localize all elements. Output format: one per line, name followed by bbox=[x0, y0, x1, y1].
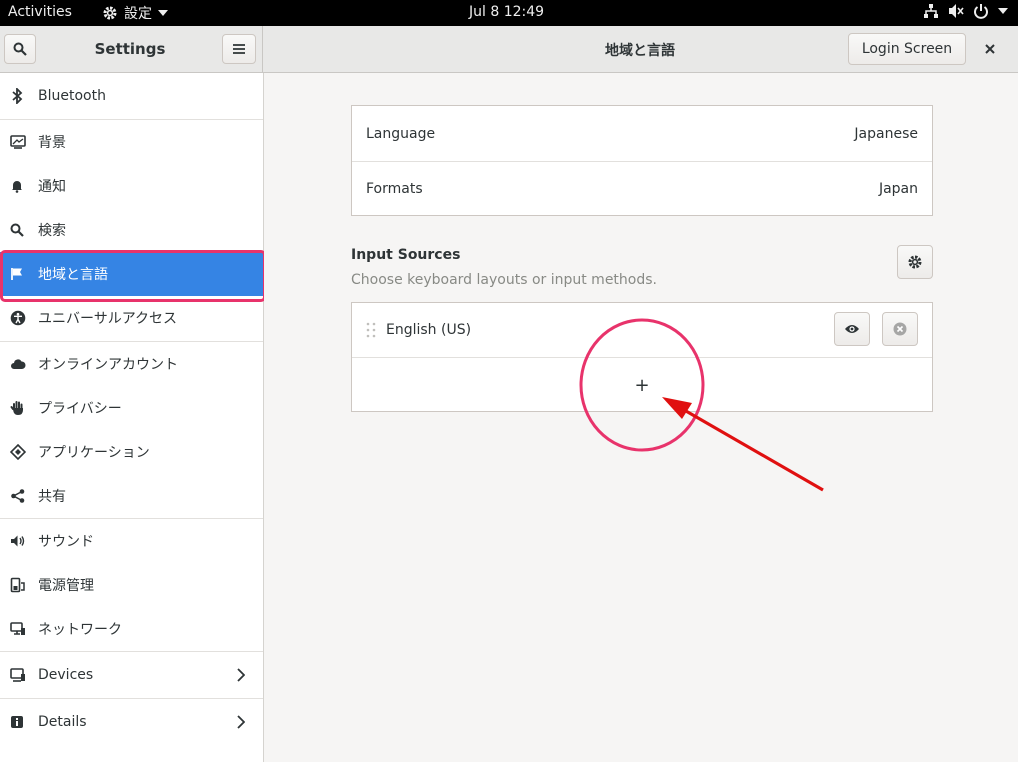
info-icon bbox=[0, 715, 38, 729]
background-icon bbox=[0, 135, 38, 149]
sidebar-item-label: ユニバーサルアクセス bbox=[38, 311, 178, 327]
formats-row[interactable]: Formats Japan bbox=[352, 162, 932, 216]
hand-icon bbox=[0, 400, 38, 416]
power-icon bbox=[974, 4, 988, 19]
network-icon bbox=[0, 621, 38, 637]
sidebar-item-label: オンラインアカウント bbox=[38, 357, 178, 373]
formats-label: Formats bbox=[366, 181, 423, 197]
input-sources-options-button[interactable] bbox=[897, 245, 933, 279]
input-sources-subtitle: Choose keyboard layouts or input methods… bbox=[351, 272, 657, 288]
sidebar-header: Settings bbox=[0, 26, 263, 72]
sidebar-item-label: サウンド bbox=[38, 534, 94, 550]
bluetooth-icon bbox=[0, 88, 38, 104]
network-wired-icon bbox=[924, 4, 938, 18]
sidebar-item-sharing[interactable]: 共有 bbox=[0, 474, 263, 518]
annotation-arrow-shaft bbox=[678, 405, 824, 492]
app-menu[interactable]: 設定 bbox=[102, 3, 168, 23]
app-menu-label: 設定 bbox=[124, 6, 152, 22]
sidebar-item-bluetooth[interactable]: Bluetooth bbox=[0, 73, 263, 119]
sidebar-item-label: Bluetooth bbox=[38, 88, 106, 104]
accessibility-icon bbox=[0, 310, 38, 326]
input-sources-list: English (US) + bbox=[351, 302, 933, 412]
sidebar-item-label: 電源管理 bbox=[38, 578, 94, 594]
chevron-down-icon bbox=[998, 8, 1008, 14]
language-label: Language bbox=[366, 125, 436, 142]
sidebar-item-label: 通知 bbox=[38, 179, 66, 195]
power-icon bbox=[0, 577, 38, 593]
sidebar-item-universal-access[interactable]: ユニバーサルアクセス bbox=[0, 296, 263, 340]
sidebar-item-label: 検索 bbox=[38, 223, 66, 239]
activities-button[interactable]: Activities bbox=[8, 4, 72, 20]
close-button[interactable] bbox=[985, 38, 995, 59]
close-icon bbox=[985, 44, 995, 54]
volume-muted-icon bbox=[949, 4, 964, 18]
header-bar: Settings 地域と言語 Login Screen bbox=[0, 26, 1018, 73]
sidebar-item-power[interactable]: 電源管理 bbox=[0, 563, 263, 607]
drag-handle-icon[interactable] bbox=[366, 322, 376, 338]
chevron-right-icon bbox=[237, 715, 245, 729]
settings-window: Settings 地域と言語 Login Screen Bluetooth 背景… bbox=[0, 26, 1018, 762]
sidebar-item-label: 背景 bbox=[38, 135, 66, 151]
applications-icon bbox=[0, 444, 38, 460]
search-icon bbox=[0, 223, 38, 237]
login-screen-button[interactable]: Login Screen bbox=[848, 33, 966, 65]
highlight-annotation-box bbox=[0, 250, 266, 302]
cloud-icon bbox=[0, 358, 38, 370]
eye-icon bbox=[845, 325, 859, 333]
sidebar-item-search[interactable]: 検索 bbox=[0, 208, 263, 252]
gear-icon bbox=[103, 6, 117, 20]
clock[interactable]: Jul 8 12:49 bbox=[469, 4, 544, 20]
input-source-name: English (US) bbox=[386, 322, 472, 338]
sidebar-item-background[interactable]: 背景 bbox=[0, 120, 263, 164]
language-row[interactable]: Language Japanese bbox=[352, 106, 932, 161]
devices-icon bbox=[0, 667, 38, 683]
formats-value: Japan bbox=[878, 181, 918, 197]
sidebar-title: Settings bbox=[94, 40, 166, 58]
sidebar-item-label: ネットワーク bbox=[38, 622, 122, 638]
sidebar-item-applications[interactable]: アプリケーション bbox=[0, 430, 263, 474]
search-icon bbox=[13, 42, 27, 56]
hamburger-icon bbox=[233, 44, 245, 54]
sidebar-item-online-accounts[interactable]: オンラインアカウント bbox=[0, 342, 263, 386]
chevron-right-icon bbox=[237, 668, 245, 682]
language-formats-frame: Language Japanese Formats Japan bbox=[351, 105, 933, 216]
sidebar-item-label: プライバシー bbox=[38, 401, 122, 417]
sidebar-item-network[interactable]: ネットワーク bbox=[0, 607, 263, 651]
primary-menu-button[interactable] bbox=[222, 34, 256, 64]
speaker-icon bbox=[0, 534, 38, 548]
preview-layout-button[interactable] bbox=[834, 312, 870, 346]
sidebar-item-sound[interactable]: サウンド bbox=[0, 519, 263, 563]
page-title: 地域と言語 bbox=[605, 43, 675, 59]
bell-icon bbox=[0, 179, 38, 193]
chevron-down-icon bbox=[158, 10, 168, 16]
sidebar-item-label: Devices bbox=[38, 667, 94, 683]
language-value: Japanese bbox=[854, 125, 918, 142]
main-content: Language Japanese Formats Japan Input So… bbox=[264, 73, 1018, 762]
gear-icon bbox=[908, 255, 922, 269]
sidebar-item-details[interactable]: Details bbox=[0, 699, 263, 745]
sidebar-item-label: 共有 bbox=[38, 489, 66, 505]
add-input-source-button[interactable]: + bbox=[352, 358, 932, 412]
sidebar-item-label: Details bbox=[38, 714, 87, 730]
share-icon bbox=[0, 488, 38, 504]
system-tray[interactable] bbox=[923, 3, 1008, 19]
sidebar-item-label: アプリケーション bbox=[38, 445, 150, 461]
sidebar-item-privacy[interactable]: プライバシー bbox=[0, 386, 263, 430]
remove-icon bbox=[893, 322, 907, 336]
top-bar: Activities 設定 Jul 8 12:49 bbox=[0, 0, 1018, 26]
sidebar: Bluetooth 背景 通知 検索 地域と言語 ユニバーサルアクセス オンライ… bbox=[0, 73, 266, 762]
search-button[interactable] bbox=[4, 34, 36, 64]
sidebar-item-notifications[interactable]: 通知 bbox=[0, 164, 263, 208]
input-sources-title: Input Sources bbox=[351, 247, 461, 263]
sidebar-item-devices[interactable]: Devices bbox=[0, 652, 263, 698]
remove-input-source-button[interactable] bbox=[882, 312, 918, 346]
